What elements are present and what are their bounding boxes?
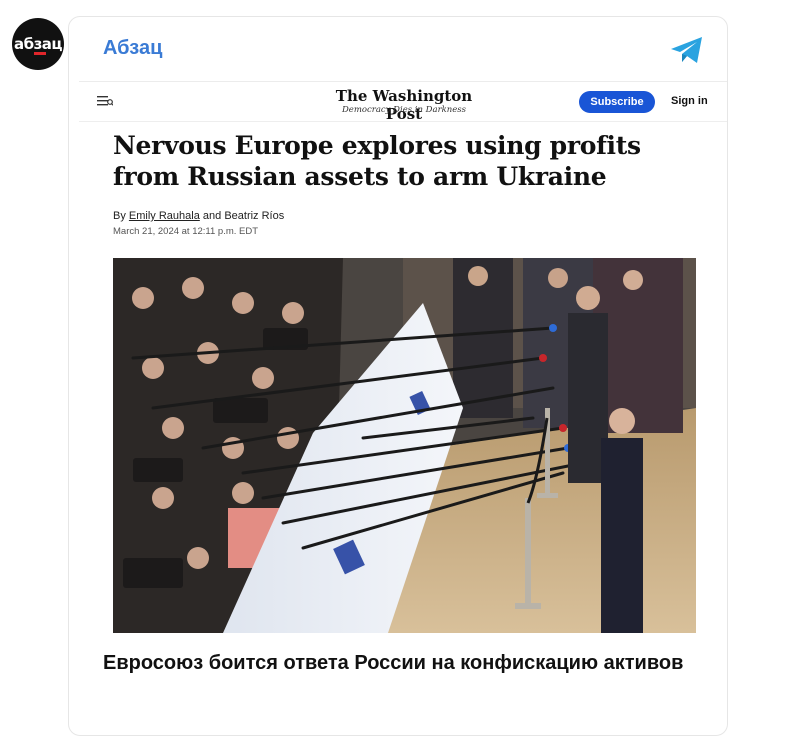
avatar-label: абзац (13, 35, 63, 53)
avatar-accent (34, 52, 46, 55)
author-link-1[interactable]: Emily Rauhala (129, 210, 200, 222)
article-photo (113, 258, 696, 633)
byline-prefix: By (113, 210, 126, 222)
signin-link[interactable]: Sign in (671, 95, 708, 107)
telegram-icon[interactable] (669, 35, 705, 65)
article-byline: By Emily Rauhala and Beatriz Ríos (113, 210, 284, 222)
publication-header: The Washington Post Democracy Dies in Da… (79, 82, 727, 123)
post-caption: Евросоюз боится ответа России на конфиск… (103, 652, 684, 674)
menu-icon[interactable] (97, 94, 113, 108)
link-preview[interactable]: The Washington Post Democracy Dies in Da… (79, 81, 727, 633)
channel-avatar[interactable]: абзац (12, 18, 64, 70)
article-headline[interactable]: Nervous Europe explores using profits fr… (113, 130, 673, 192)
author-name-2: Beatriz Ríos (224, 210, 285, 222)
channel-name[interactable]: Абзац (103, 37, 162, 60)
subscribe-button[interactable]: Subscribe (579, 91, 655, 113)
post-card: Абзац The Washington Post Democracy Dies… (68, 16, 728, 736)
article-date: March 21, 2024 at 12:11 p.m. EDT (113, 226, 259, 237)
byline-and: and (202, 210, 222, 222)
publication-tagline: Democracy Dies in Darkness (341, 105, 467, 115)
